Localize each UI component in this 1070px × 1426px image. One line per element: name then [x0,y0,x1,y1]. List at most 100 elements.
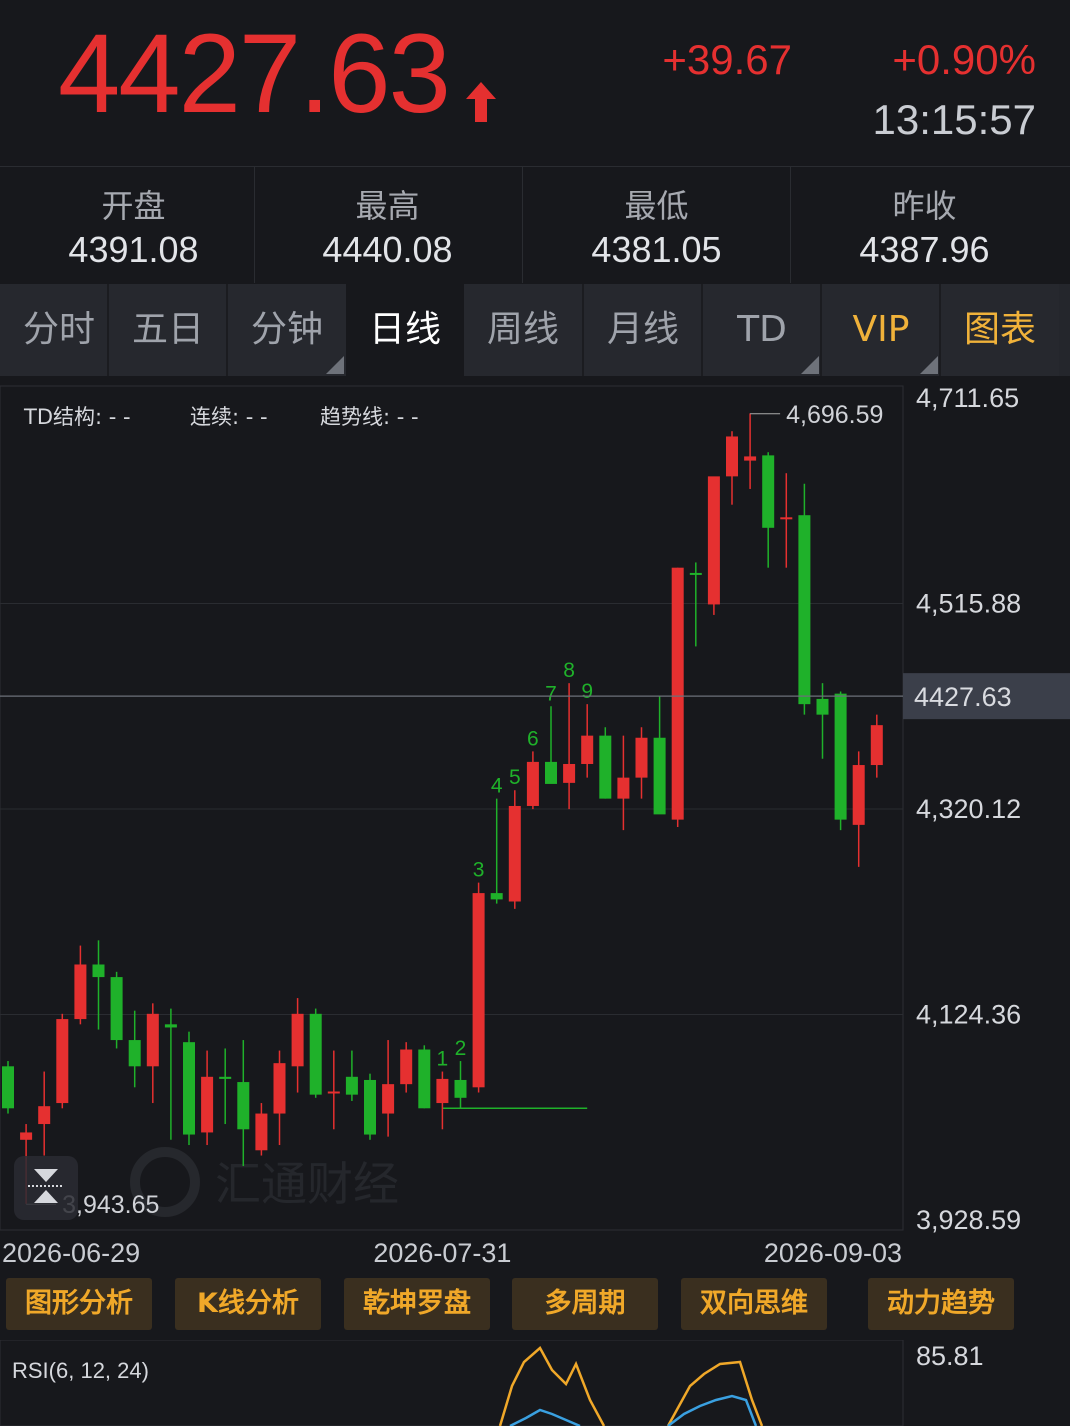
stat-low: 最低 4381.05 [523,167,790,283]
candle-body [2,1066,14,1109]
tab-label: 分钟 [250,309,323,350]
candle-body [852,765,865,825]
candle-body [671,567,684,820]
collapse-button[interactable] [14,1156,78,1220]
candle-body [508,805,521,902]
y-tick-label: 3,928.59 [916,1205,1021,1235]
candle-body [38,1106,51,1125]
td-count-label: 9 [581,680,593,703]
candle [798,483,811,715]
candle-body [92,964,105,978]
y-tick-label: 4,320.12 [916,794,1021,824]
candle-body [635,737,648,778]
stats-row: 开盘 4391.08 最高 4440.08 最低 4381.05 昨收 4387… [0,166,1070,283]
candle-body [436,1078,449,1104]
tab-five-day[interactable]: 五日 [109,284,227,376]
up-arrow-icon [466,82,496,122]
dropdown-corner-icon [801,356,819,374]
y-axis-labels: 4,711.65 4,515.88 4,320.12 4,124.36 3,928.59 [916,383,1021,1235]
candle-body [454,1079,467,1098]
candle-body [128,1040,141,1067]
x-tick-label: 2026-07-31 [373,1238,511,1268]
multi-period-button[interactable]: 多周期 [512,1278,658,1330]
candle-body [490,893,503,900]
td-info: TD结构: - - 连续: - - 趋势线: - - [23,405,419,429]
rsi-label: RSI(6, 12, 24) [12,1358,149,1383]
tab-minute[interactable]: 分钟 [228,284,346,376]
candle [671,567,684,827]
max-price-label: 4,696.59 [786,401,883,429]
x-tick-label: 2026-09-03 [764,1238,902,1268]
stat-label: 最低 [624,187,689,225]
stat-label: 最高 [355,187,420,225]
dropdown-corner-icon [326,356,344,374]
candle-body [237,1082,250,1130]
stat-label: 开盘 [101,187,166,225]
candle-body [834,693,847,820]
price-change-percent: +0.90% [892,36,1036,83]
stat-value: 4440.08 [322,229,453,270]
candle-body [382,1084,395,1114]
current-price-label: 4427.63 [914,682,1012,712]
stat-open: 开盘 4391.08 [0,167,267,283]
x-axis-labels: 2026-06-29 2026-07-31 2026-09-03 [2,1238,902,1268]
y-tick-label: 4,515.88 [916,589,1021,619]
period-tabs: 分时 五日 分钟 日线 周线 月线 TD VIP 图表 [0,284,1070,376]
tab-daily[interactable]: 日线 [346,284,464,376]
quote-header: 4427.63 +39.67 +0.90% 13:15:57 [0,0,1070,166]
candle-body [581,735,594,764]
candle-body [563,763,576,783]
compass-button[interactable]: 乾坤罗盘 [344,1278,490,1330]
candle [309,1008,322,1098]
stat-label: 昨收 [892,187,957,225]
candle [183,1031,195,1146]
tab-weekly[interactable]: 周线 [464,284,582,376]
candle-body [110,977,123,1041]
momentum-trend-button[interactable]: 动力趋势 [868,1278,1014,1330]
quote-time: 13:15:57 [872,96,1037,143]
candle [56,1013,69,1109]
candle [472,882,485,1093]
tab-vip[interactable]: VIP [822,284,940,376]
candle-body [219,1076,232,1079]
td-continuous-text: 连续: - - [190,405,268,429]
td-count-label: 2 [455,1037,467,1060]
candle-body [56,1019,69,1104]
tab-chart[interactable]: 图表 [941,284,1059,376]
td-count-label: 6 [527,727,539,750]
candle-body [201,1076,214,1133]
td-count-label: 7 [545,682,557,705]
kline-analysis-button[interactable]: K线分析 [175,1278,321,1330]
tab-monthly[interactable]: 月线 [584,284,702,376]
stat-high: 最高 4440.08 [254,167,521,283]
candle [364,1073,376,1140]
candle-body [418,1049,431,1109]
candle-body [291,1013,304,1067]
candle-body [689,572,702,575]
candle [834,691,847,831]
td-count-label: 8 [563,659,575,682]
candle-body [327,1091,340,1094]
candlestick-chart[interactable]: 汇通财经 1 234 56789 4427.63 4,711.654,515.884… [0,376,1070,1274]
tab-intraday[interactable]: 分时 [0,284,118,376]
tab-label: TD [737,309,787,350]
candle [508,790,521,909]
candle-body [707,476,720,605]
rsi-panel[interactable]: RSI(6, 12, 24) 85.81 [0,1340,1070,1426]
y-tick-label: 4,124.36 [916,999,1021,1029]
candle [418,1045,431,1109]
stat-prev-close: 昨收 4387.96 [791,167,1058,283]
candle-body [273,1063,286,1114]
candle-body [762,455,775,528]
candle-body [798,515,811,705]
candle-body [816,698,829,715]
candle-body [744,456,757,461]
y-tick-label: 4,711.65 [916,383,1019,413]
candle-body [364,1079,376,1135]
two-way-thinking-button[interactable]: 双向思维 [681,1278,827,1330]
rsi-max-label: 85.81 [916,1341,984,1371]
candle [110,971,123,1049]
tab-td[interactable]: TD [703,284,821,376]
dropdown-corner-icon [920,356,938,374]
pattern-analysis-button[interactable]: 图形分析 [6,1278,152,1330]
